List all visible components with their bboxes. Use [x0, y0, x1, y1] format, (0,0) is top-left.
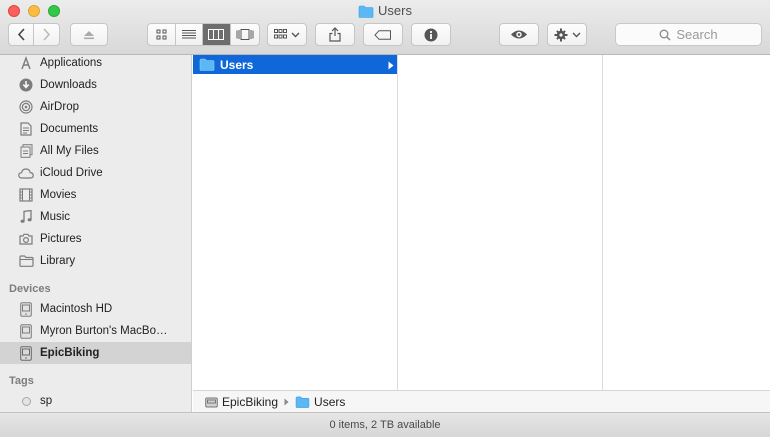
get-info-button[interactable] — [411, 23, 451, 46]
sidebar-item-tag-sp[interactable]: sp — [0, 390, 191, 412]
airdrop-icon — [18, 99, 34, 115]
cover-flow-view-button[interactable] — [231, 24, 259, 45]
browser-column-1[interactable]: Users — [193, 55, 398, 390]
folder-icon — [358, 5, 374, 21]
browser-column-2[interactable] — [398, 55, 603, 390]
chevron-down-icon — [291, 32, 300, 37]
gear-icon — [554, 28, 567, 41]
share-button[interactable] — [315, 23, 355, 46]
back-button[interactable] — [9, 24, 35, 45]
movies-icon — [18, 187, 34, 203]
folder-icon — [18, 253, 34, 269]
cover-flow-icon — [236, 29, 254, 40]
path-item-epicbiking[interactable]: EpicBiking — [205, 395, 278, 409]
share-icon — [329, 27, 341, 42]
sidebar-item-icloud-drive[interactable]: iCloud Drive — [0, 162, 191, 184]
search-icon — [659, 29, 671, 41]
external-drive-icon — [18, 345, 34, 361]
downloads-icon — [18, 77, 34, 93]
path-separator-icon — [284, 398, 289, 406]
eye-icon — [511, 30, 527, 39]
eject-icon — [84, 30, 94, 39]
status-text: 0 items, 2 TB available — [329, 419, 441, 431]
forward-button[interactable] — [34, 24, 59, 45]
icloud-icon — [18, 165, 34, 181]
sidebar-item-macbook[interactable]: Myron Burton's MacBo… — [0, 320, 191, 342]
sidebar-section-tags: Tags — [9, 375, 34, 387]
sidebar-item-epicbiking[interactable]: EpicBiking — [0, 342, 191, 364]
music-icon — [18, 209, 34, 225]
laptop-icon — [18, 323, 34, 339]
sidebar: Applications Downloads AirDrop Documents… — [0, 55, 192, 412]
sidebar-item-documents[interactable]: Documents — [0, 118, 191, 140]
view-mode-control — [147, 23, 260, 46]
list-view-icon — [181, 30, 196, 39]
window-title-text: Users — [378, 3, 412, 18]
titlebar: Users Search — [0, 0, 770, 55]
arrange-button[interactable] — [267, 23, 307, 46]
action-menu-button[interactable] — [547, 23, 587, 46]
edit-tags-button[interactable] — [363, 23, 403, 46]
applications-icon — [18, 55, 34, 71]
status-bar: 0 items, 2 TB available — [0, 412, 770, 437]
all-my-files-icon — [18, 143, 34, 159]
chevron-right-icon — [43, 28, 51, 41]
chevron-down-icon — [572, 32, 580, 37]
camera-icon — [18, 231, 34, 247]
sidebar-section-devices: Devices — [9, 283, 51, 295]
eject-button[interactable] — [70, 23, 108, 46]
arrange-icon — [274, 29, 287, 39]
history-nav — [8, 23, 60, 46]
icon-view-icon — [156, 29, 167, 40]
disclosure-arrow-icon — [388, 59, 394, 73]
info-icon — [424, 28, 438, 41]
list-view-button[interactable] — [176, 24, 204, 45]
tag-icon — [374, 29, 391, 40]
folder-icon — [295, 396, 310, 408]
hard-drive-icon — [18, 301, 34, 317]
sidebar-item-downloads[interactable]: Downloads — [0, 74, 191, 96]
search-field[interactable]: Search — [615, 23, 762, 46]
sidebar-item-airdrop[interactable]: AirDrop — [0, 96, 191, 118]
external-drive-icon — [205, 395, 218, 409]
column-view-icon — [208, 29, 225, 40]
window-title: Users — [0, 3, 770, 21]
column-view-button[interactable] — [203, 24, 231, 45]
sidebar-item-all-my-files[interactable]: All My Files — [0, 140, 191, 162]
search-placeholder: Search — [676, 27, 718, 42]
sidebar-item-movies[interactable]: Movies — [0, 184, 191, 206]
path-item-users[interactable]: Users — [295, 395, 345, 409]
list-item[interactable]: Users — [193, 55, 397, 74]
browser-column-3[interactable] — [603, 55, 770, 390]
folder-icon — [199, 58, 215, 71]
sidebar-item-pictures[interactable]: Pictures — [0, 228, 191, 250]
sidebar-item-applications[interactable]: Applications — [0, 55, 191, 74]
path-bar: EpicBiking Users — [193, 390, 770, 412]
finder-window: Users Search Applications Downloads AirD… — [0, 0, 770, 437]
documents-icon — [18, 121, 34, 137]
sidebar-item-library[interactable]: Library — [0, 250, 191, 272]
quick-look-button[interactable] — [499, 23, 539, 46]
sidebar-item-macintosh-hd[interactable]: Macintosh HD — [0, 298, 191, 320]
tag-color-dot-icon — [18, 393, 34, 409]
chevron-left-icon — [17, 28, 25, 41]
sidebar-item-music[interactable]: Music — [0, 206, 191, 228]
list-item-label: Users — [220, 57, 254, 72]
icon-view-button[interactable] — [148, 24, 176, 45]
